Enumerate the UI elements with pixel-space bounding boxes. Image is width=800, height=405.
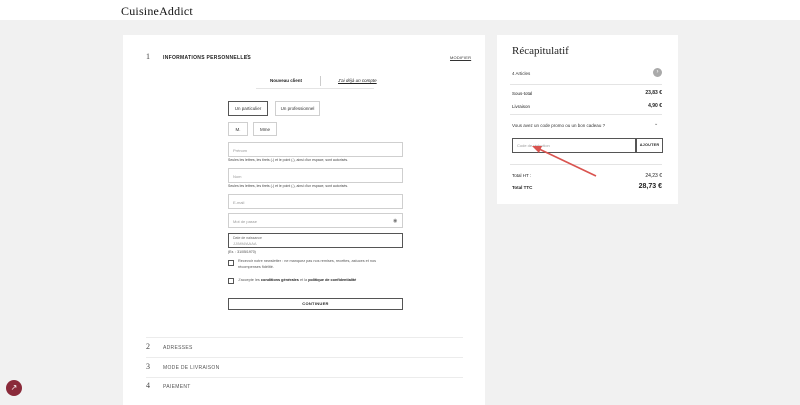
- check-icon: ✓: [244, 54, 250, 60]
- password-field[interactable]: Mot de passe: [228, 213, 403, 228]
- step-3-number: 3: [146, 362, 150, 371]
- total-ht-label: Total HT :: [512, 173, 532, 178]
- total-ttc-value: 28,73 €: [638, 183, 662, 190]
- shipping-label: Livraison: [512, 104, 531, 109]
- newsletter-text: Recevoir notre newsletter : ne manquez p…: [238, 259, 377, 269]
- terms-text: J'accepte les conditions générales et la…: [238, 278, 398, 284]
- top-bar: CuisineAddict: [0, 0, 800, 20]
- chevron-down-icon[interactable]: ⌄: [654, 121, 658, 127]
- step-2-number: 2: [146, 342, 150, 351]
- firstname-hint: Seules les lettres, les tirets (-) et le…: [228, 158, 349, 162]
- step-3-label: MODE DE LIVRAISON: [163, 365, 220, 371]
- lastname-hint: Seules les lettres, les tirets (-) et le…: [228, 184, 349, 188]
- step-1-label: INFORMATIONS PERSONNELLES: [163, 55, 251, 61]
- tab-underline: [256, 88, 374, 89]
- email-field[interactable]: E-mail: [228, 194, 403, 209]
- summary-title: Récapitulatif: [512, 45, 569, 57]
- step-4-label: PAIEMENT: [163, 384, 191, 390]
- birthdate-label: Date de naissance: [233, 236, 262, 240]
- divider: [146, 377, 463, 378]
- birthdate-hint: (Ex. : 31/05/1970): [228, 250, 256, 254]
- divider: [146, 337, 463, 338]
- terms-mid: et la: [299, 278, 308, 282]
- step-2-label: ADRESSES: [163, 345, 193, 351]
- summary-divider: [510, 114, 662, 115]
- terms-privacy-link[interactable]: politique de confidentialité: [308, 278, 356, 282]
- type-pro-button[interactable]: Un professionnel: [275, 101, 320, 116]
- birthdate-placeholder: JJ/MM/AAAA: [233, 241, 257, 246]
- total-ht-value: 24,23 €: [645, 173, 662, 179]
- shipping-value: 4,90 €: [648, 103, 662, 109]
- terms-prefix: J'accepte les: [238, 278, 260, 282]
- lastname-field[interactable]: Nom: [228, 168, 403, 183]
- divider: [146, 357, 463, 358]
- tab-login[interactable]: J'ai déjà un compte: [338, 78, 377, 83]
- summary-articles: 4 Articles: [512, 71, 531, 76]
- terms-cgv-link[interactable]: conditions générales: [261, 278, 299, 282]
- tab-new-client[interactable]: Nouveau client: [270, 78, 302, 83]
- summary-divider: [510, 164, 662, 165]
- modify-link[interactable]: MODIFIER: [450, 55, 471, 60]
- birthdate-field[interactable]: Date de naissance JJ/MM/AAAA: [228, 233, 403, 248]
- continue-button[interactable]: CONTINUER: [228, 298, 403, 310]
- firstname-field[interactable]: Prénom: [228, 142, 403, 157]
- subtotal-label: Sous-total: [512, 91, 533, 96]
- promo-code-input[interactable]: Code de réduction: [512, 138, 636, 153]
- subtotal-value: 23,83 €: [645, 90, 662, 96]
- promo-question[interactable]: Vous avez un code promo ou un bon cadeau…: [512, 123, 605, 128]
- chevron-circle-icon[interactable]: ›: [653, 68, 662, 77]
- step-1-number: 1: [146, 52, 150, 61]
- summary-divider: [510, 84, 662, 85]
- tracking-icon[interactable]: ↗: [6, 380, 22, 396]
- terms-checkbox[interactable]: [228, 278, 234, 284]
- site-logo[interactable]: CuisineAddict: [121, 4, 193, 19]
- newsletter-checkbox[interactable]: [228, 260, 234, 266]
- title-m-button[interactable]: M.: [228, 122, 248, 136]
- promo-add-button[interactable]: AJOUTER: [636, 138, 663, 153]
- type-particulier-button[interactable]: Un particulier: [228, 101, 268, 116]
- title-mme-button[interactable]: Mme: [253, 122, 277, 136]
- eye-icon[interactable]: ◉: [393, 218, 397, 224]
- total-ttc-label: Total TTC: [512, 185, 533, 190]
- tab-separator: [320, 76, 321, 86]
- step-4-number: 4: [146, 381, 150, 390]
